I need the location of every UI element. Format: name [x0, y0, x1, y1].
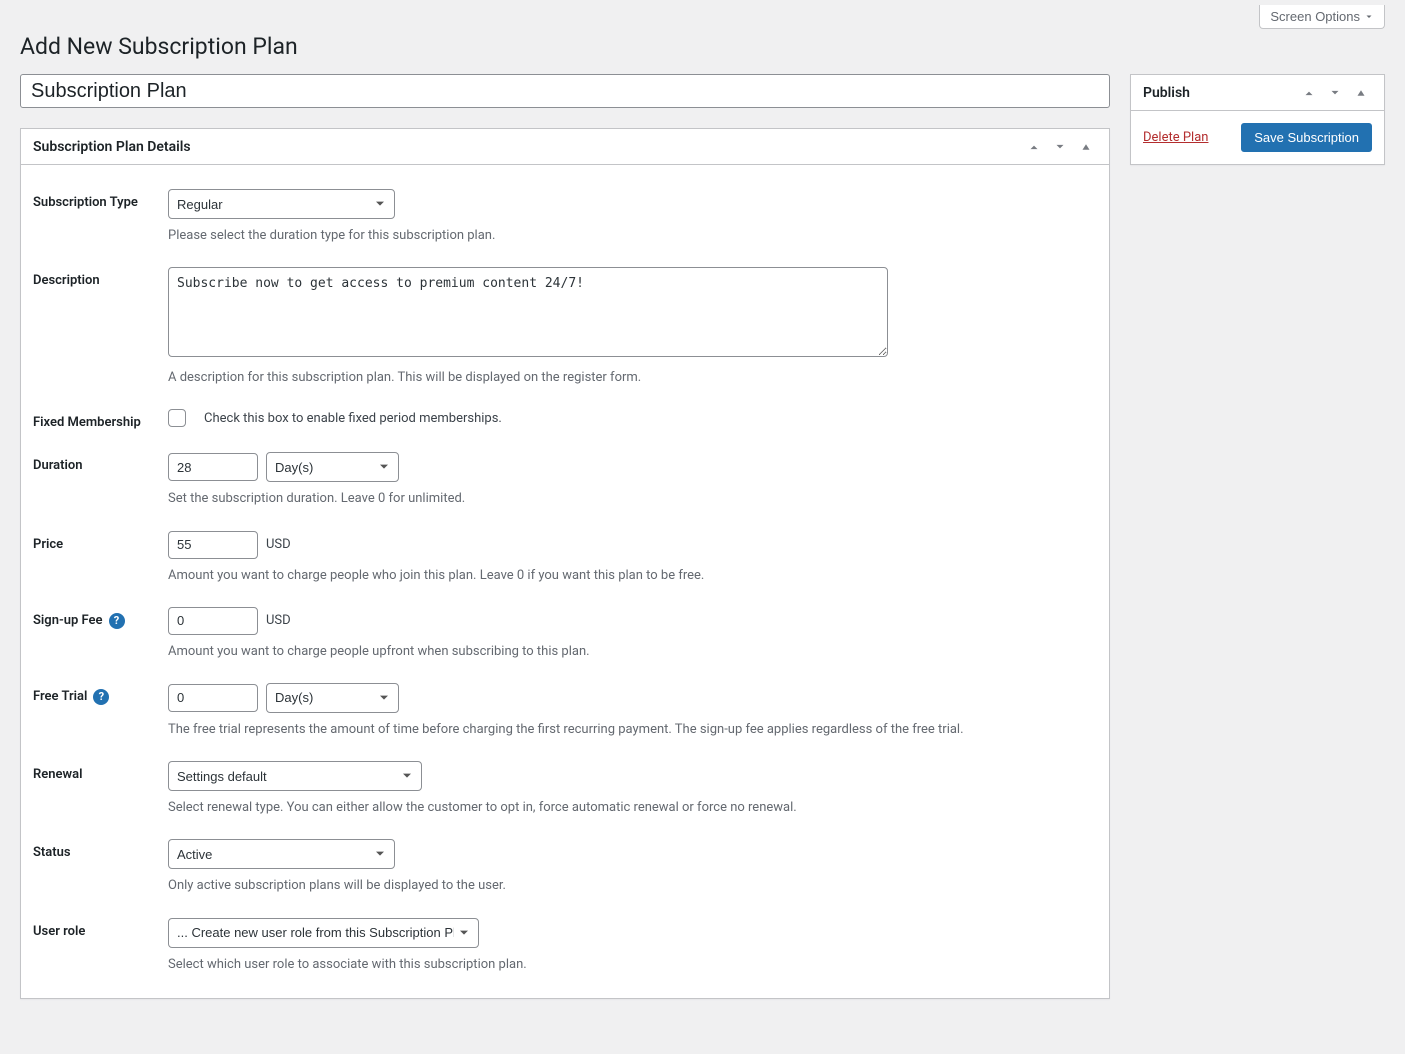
status-label: Status: [33, 839, 168, 860]
move-up-button[interactable]: [1298, 82, 1320, 104]
chevron-up-icon: [1027, 140, 1041, 154]
delete-plan-link[interactable]: Delete Plan: [1143, 130, 1208, 145]
duration-input[interactable]: [168, 453, 258, 481]
screen-options-label: Screen Options: [1270, 9, 1360, 24]
page-title: Add New Subscription Plan: [20, 33, 1385, 60]
signup-fee-label: Sign-up Fee: [33, 613, 103, 628]
signup-fee-currency: USD: [266, 613, 291, 628]
free-trial-help: The free trial represents the amount of …: [168, 721, 1097, 739]
renewal-help: Select renewal type. You can either allo…: [168, 799, 1097, 817]
subscription-type-label: Subscription Type: [33, 189, 168, 210]
fixed-membership-checkbox[interactable]: [168, 409, 186, 427]
subscription-type-select[interactable]: Regular: [168, 189, 395, 219]
status-select[interactable]: Active: [168, 839, 395, 869]
duration-label: Duration: [33, 452, 168, 473]
chevron-down-icon: [1328, 86, 1342, 100]
description-label: Description: [33, 267, 168, 288]
user-role-select[interactable]: ... Create new user role from this Subsc…: [168, 918, 479, 948]
description-textarea[interactable]: Subscribe now to get access to premium c…: [168, 267, 888, 357]
triangle-up-icon: [1079, 140, 1093, 154]
caret-down-icon: [1364, 12, 1374, 22]
triangle-up-icon: [1354, 86, 1368, 100]
move-down-button[interactable]: [1324, 82, 1346, 104]
duration-help: Set the subscription duration. Leave 0 f…: [168, 490, 1097, 508]
description-help: A description for this subscription plan…: [168, 369, 1097, 387]
fixed-membership-label: Fixed Membership: [33, 409, 168, 430]
renewal-select[interactable]: Settings default: [168, 761, 422, 791]
price-input[interactable]: [168, 531, 258, 559]
signup-fee-input[interactable]: [168, 607, 258, 635]
price-label: Price: [33, 531, 168, 552]
plan-title-input[interactable]: [20, 74, 1110, 108]
toggle-panel-button[interactable]: [1350, 82, 1372, 104]
duration-unit-select[interactable]: Day(s): [266, 452, 399, 482]
publish-panel-title: Publish: [1143, 85, 1190, 101]
signup-fee-help: Amount you want to charge people upfront…: [168, 643, 1097, 661]
details-panel-title: Subscription Plan Details: [33, 139, 191, 155]
free-trial-unit-select[interactable]: Day(s): [266, 683, 399, 713]
price-currency: USD: [266, 537, 291, 552]
subscription-type-help: Please select the duration type for this…: [168, 227, 1097, 245]
status-help: Only active subscription plans will be d…: [168, 877, 1097, 895]
publish-panel: Publish Delete Plan Save Subscription: [1130, 74, 1385, 165]
price-help: Amount you want to charge people who joi…: [168, 567, 1097, 585]
toggle-panel-button[interactable]: [1075, 136, 1097, 158]
move-up-button[interactable]: [1023, 136, 1045, 158]
chevron-up-icon: [1302, 86, 1316, 100]
fixed-membership-checkbox-label: Check this box to enable fixed period me…: [204, 411, 502, 426]
help-icon[interactable]: ?: [93, 689, 109, 705]
details-panel: Subscription Plan Details Subscription T…: [20, 128, 1110, 999]
user-role-label: User role: [33, 918, 168, 939]
free-trial-input[interactable]: [168, 684, 258, 712]
save-subscription-button[interactable]: Save Subscription: [1241, 123, 1372, 152]
chevron-down-icon: [1053, 140, 1067, 154]
free-trial-label: Free Trial: [33, 689, 87, 704]
move-down-button[interactable]: [1049, 136, 1071, 158]
screen-options-button[interactable]: Screen Options: [1259, 5, 1385, 29]
user-role-help: Select which user role to associate with…: [168, 956, 1097, 974]
help-icon[interactable]: ?: [109, 613, 125, 629]
renewal-label: Renewal: [33, 761, 168, 782]
